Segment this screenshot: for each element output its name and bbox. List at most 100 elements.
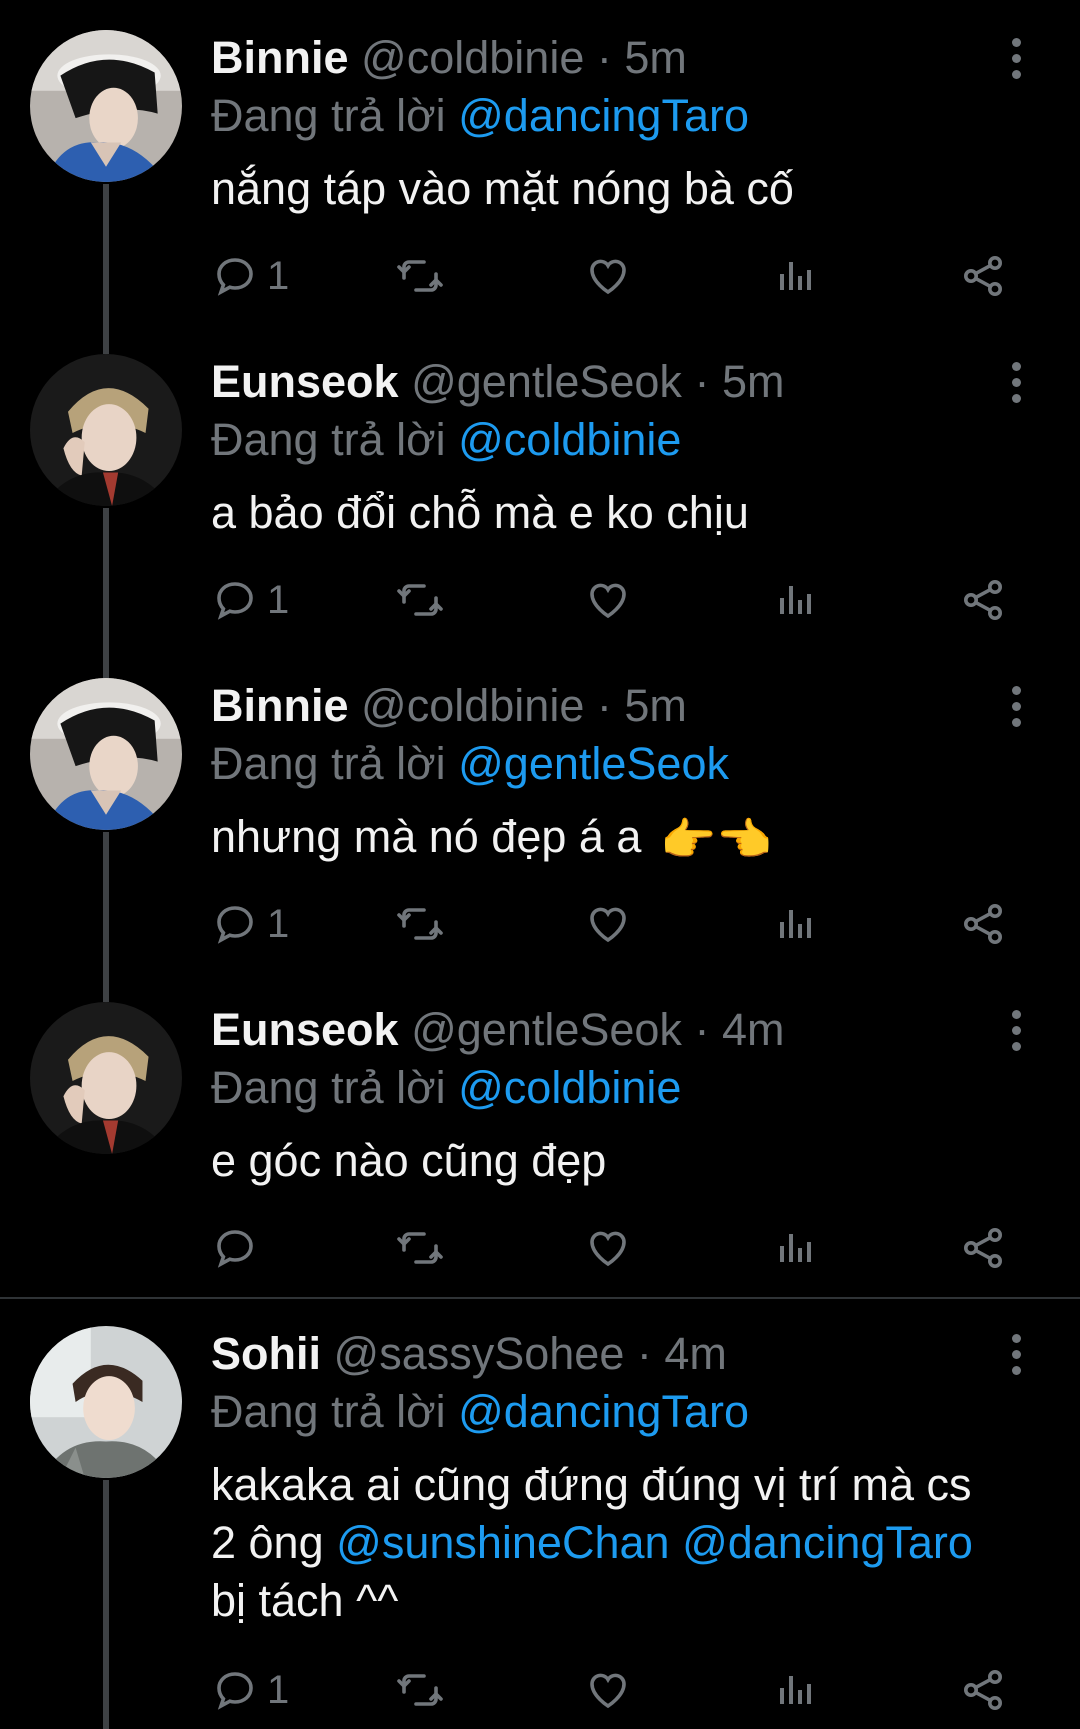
user-handle[interactable]: @coldbinie: [361, 32, 584, 83]
share-icon: [959, 900, 1007, 948]
retweet-icon: [396, 1224, 444, 1272]
tweet-text-line: 2 ông @sunshineChan @dancingTaro: [211, 1514, 1031, 1572]
tweet-text-line: bị tách ^^: [211, 1575, 399, 1626]
replying-to: Đang trả lời @dancingTaro: [211, 1380, 749, 1444]
analytics-icon: [772, 900, 820, 948]
reply-icon: [211, 1666, 259, 1714]
timestamp[interactable]: 5m: [624, 680, 687, 731]
thread-line: [103, 184, 109, 354]
reply-prefix: Đang trả lời: [211, 90, 446, 141]
replying-to: Đang trả lời @coldbinie: [211, 408, 681, 472]
like-button[interactable]: [584, 570, 632, 630]
tweet-actions: 1: [211, 894, 1031, 954]
like-button[interactable]: [584, 1218, 632, 1278]
reply-mention[interactable]: @dancingTaro: [458, 90, 749, 141]
reply-mention[interactable]: @coldbinie: [458, 1062, 681, 1113]
avatar[interactable]: [30, 1002, 182, 1154]
user-handle[interactable]: @coldbinie: [361, 680, 584, 731]
display-name[interactable]: Sohii: [211, 1328, 321, 1379]
display-name[interactable]: Eunseok: [211, 356, 399, 407]
tweet-text-content: nhưng mà nó đẹp á a: [211, 811, 642, 862]
replying-to: Đang trả lời @gentleSeok: [211, 732, 729, 796]
reply-icon: [211, 1224, 259, 1272]
avatar[interactable]: [30, 354, 182, 506]
retweet-icon: [396, 576, 444, 624]
reply-count: 1: [267, 901, 290, 946]
reply-button[interactable]: 1: [211, 570, 289, 630]
views-button[interactable]: [772, 246, 820, 306]
reply-icon: [211, 576, 259, 624]
user-handle[interactable]: @gentleSeok: [411, 1004, 682, 1055]
conversation-divider: [0, 1297, 1080, 1299]
user-handle[interactable]: @sassySohee: [334, 1328, 625, 1379]
reply-icon: [211, 252, 259, 300]
views-button[interactable]: [772, 894, 820, 954]
share-icon: [959, 1666, 1007, 1714]
more-icon[interactable]: [1001, 34, 1031, 84]
tweet-header: Binnie @coldbinie · 5m: [211, 674, 687, 738]
timestamp[interactable]: 5m: [624, 32, 687, 83]
heart-icon: [584, 900, 632, 948]
reply-button[interactable]: 1: [211, 1660, 289, 1720]
thread-line: [103, 832, 109, 1002]
analytics-icon: [772, 1224, 820, 1272]
share-button[interactable]: [959, 1660, 1007, 1720]
reply-mention[interactable]: @coldbinie: [458, 414, 681, 465]
avatar[interactable]: [30, 1326, 182, 1478]
views-button[interactable]: [772, 1218, 820, 1278]
share-icon: [959, 576, 1007, 624]
reply-icon: [211, 900, 259, 948]
user-handle[interactable]: @gentleSeok: [411, 356, 682, 407]
share-button[interactable]: [959, 1218, 1007, 1278]
retweet-button[interactable]: [396, 246, 444, 306]
tweet-actions: 1: [211, 1660, 1031, 1720]
timestamp[interactable]: 4m: [664, 1328, 727, 1379]
share-button[interactable]: [959, 894, 1007, 954]
share-button[interactable]: [959, 570, 1007, 630]
analytics-icon: [772, 1666, 820, 1714]
display-name[interactable]: Binnie: [211, 32, 349, 83]
reply-button[interactable]: 1: [211, 246, 289, 306]
retweet-button[interactable]: [396, 894, 444, 954]
timestamp[interactable]: 5m: [722, 356, 785, 407]
tweet-header: Eunseok @gentleSeok · 4m: [211, 998, 784, 1062]
replying-to: Đang trả lời @dancingTaro: [211, 84, 749, 148]
retweet-icon: [396, 252, 444, 300]
reply-mention[interactable]: @gentleSeok: [458, 738, 729, 789]
like-button[interactable]: [584, 894, 632, 954]
views-button[interactable]: [772, 1660, 820, 1720]
mention-link[interactable]: @dancingTaro: [682, 1517, 973, 1568]
more-icon[interactable]: [1001, 1330, 1031, 1380]
reply-button[interactable]: [211, 1218, 267, 1278]
mention-link[interactable]: @sunshineChan: [336, 1517, 669, 1568]
tweet-text-line: kakaka ai cũng đứng đúng vị trí mà cs: [211, 1459, 972, 1510]
display-name[interactable]: Eunseok: [211, 1004, 399, 1055]
separator-dot: ·: [596, 680, 612, 731]
separator-dot: ·: [596, 32, 612, 83]
more-icon[interactable]: [1001, 682, 1031, 732]
retweet-button[interactable]: [396, 1218, 444, 1278]
more-icon[interactable]: [1001, 1006, 1031, 1056]
views-button[interactable]: [772, 570, 820, 630]
avatar[interactable]: [30, 678, 182, 830]
retweet-button[interactable]: [396, 570, 444, 630]
tweet-actions: 1: [211, 246, 1031, 306]
tweet-actions: [211, 1218, 1031, 1278]
avatar[interactable]: [30, 30, 182, 182]
share-icon: [959, 252, 1007, 300]
timestamp[interactable]: 4m: [722, 1004, 785, 1055]
like-button[interactable]: [584, 1660, 632, 1720]
tweet-header: Sohii @sassySohee · 4m: [211, 1322, 727, 1386]
retweet-button[interactable]: [396, 1660, 444, 1720]
display-name[interactable]: Binnie: [211, 680, 349, 731]
separator-dot: ·: [694, 356, 710, 407]
tweet-actions: 1: [211, 570, 1031, 630]
reply-count: 1: [267, 253, 290, 298]
tweet-text: a bảo đổi chỗ mà e ko chịu: [211, 487, 749, 538]
share-button[interactable]: [959, 246, 1007, 306]
reply-button[interactable]: 1: [211, 894, 289, 954]
reply-mention[interactable]: @dancingTaro: [458, 1386, 749, 1437]
thread-line: [103, 1480, 109, 1729]
like-button[interactable]: [584, 246, 632, 306]
more-icon[interactable]: [1001, 358, 1031, 408]
